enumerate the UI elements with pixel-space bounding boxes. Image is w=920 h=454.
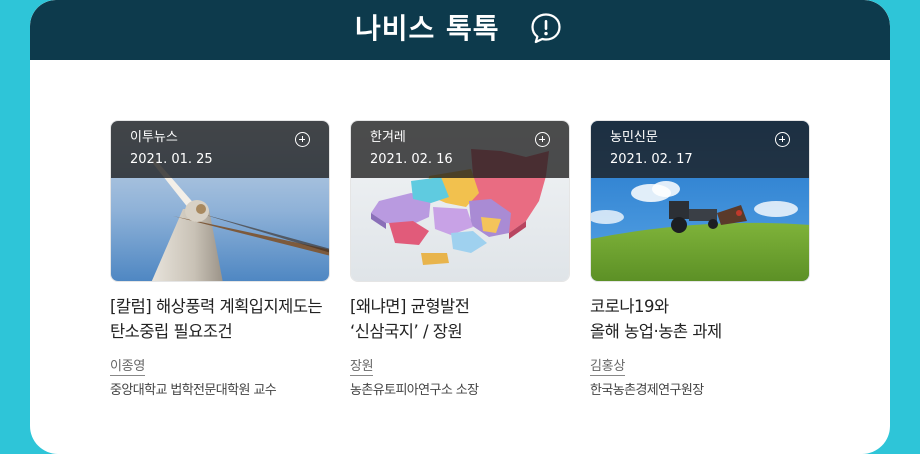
news-panel: 나비스 톡톡 이투뉴스 2021. 01. 25 [칼럼] 해상풍력 계획입지제…: [30, 0, 890, 454]
news-card-1[interactable]: 이투뉴스 2021. 01. 25 [칼럼] 해상풍력 계획입지제도는 탄소중립…: [110, 120, 330, 400]
author-name[interactable]: 장원: [350, 358, 374, 376]
speech-bubble-exclamation-icon: [531, 13, 561, 44]
news-date: 2021. 02. 17: [610, 152, 693, 167]
panel-title: 나비스 톡톡: [355, 12, 500, 45]
author-name[interactable]: 김홍상: [590, 358, 625, 376]
headline-line-2: 탄소중립 필요조건: [110, 322, 233, 341]
headline-line-2: ‘신삼국지’ / 장원: [350, 322, 463, 341]
news-source: 농민신문: [610, 130, 658, 145]
news-date: 2021. 01. 25: [130, 152, 213, 167]
author-name[interactable]: 이종영: [110, 358, 145, 376]
news-source: 이투뉴스: [130, 130, 178, 145]
author-affiliation: 중앙대학교 법학전문대학원 교수: [110, 383, 277, 398]
plus-circle-icon[interactable]: [775, 132, 790, 147]
card-thumbnail[interactable]: 농민신문 2021. 02. 17: [590, 120, 810, 282]
headline-line-1: 코로나19와: [590, 297, 669, 316]
card-headline[interactable]: 코로나19와 올해 농업·농촌 과제: [590, 294, 810, 344]
card-headline[interactable]: [왜냐면] 균형발전 ‘신삼국지’ / 장원: [350, 294, 570, 344]
card-thumbnail[interactable]: 이투뉴스 2021. 01. 25: [110, 120, 330, 282]
panel-header: 나비스 톡톡: [30, 0, 890, 60]
card-thumbnail[interactable]: 한겨레 2021. 02. 16: [350, 120, 570, 282]
author-affiliation: 농촌유토피아연구소 소장: [350, 383, 479, 398]
headline-line-1: [왜냐면] 균형발전: [350, 297, 470, 316]
plus-circle-icon[interactable]: [295, 132, 310, 147]
news-date: 2021. 02. 16: [370, 152, 453, 167]
plus-circle-icon[interactable]: [535, 132, 550, 147]
news-card-3[interactable]: 농민신문 2021. 02. 17 코로나19와 올해 농업·농촌 과제 김홍상…: [590, 120, 810, 400]
news-card-2[interactable]: 한겨레 2021. 02. 16 [왜냐면] 균형발전 ‘신삼국지’ / 장원 …: [350, 120, 570, 400]
author-affiliation: 한국농촌경제연구원장: [590, 383, 704, 398]
card-headline[interactable]: [칼럼] 해상풍력 계획입지제도는 탄소중립 필요조건: [110, 294, 330, 344]
headline-line-2: 올해 농업·농촌 과제: [590, 322, 722, 341]
news-source: 한겨레: [370, 130, 406, 145]
headline-line-1: [칼럼] 해상풍력 계획입지제도는: [110, 297, 323, 316]
